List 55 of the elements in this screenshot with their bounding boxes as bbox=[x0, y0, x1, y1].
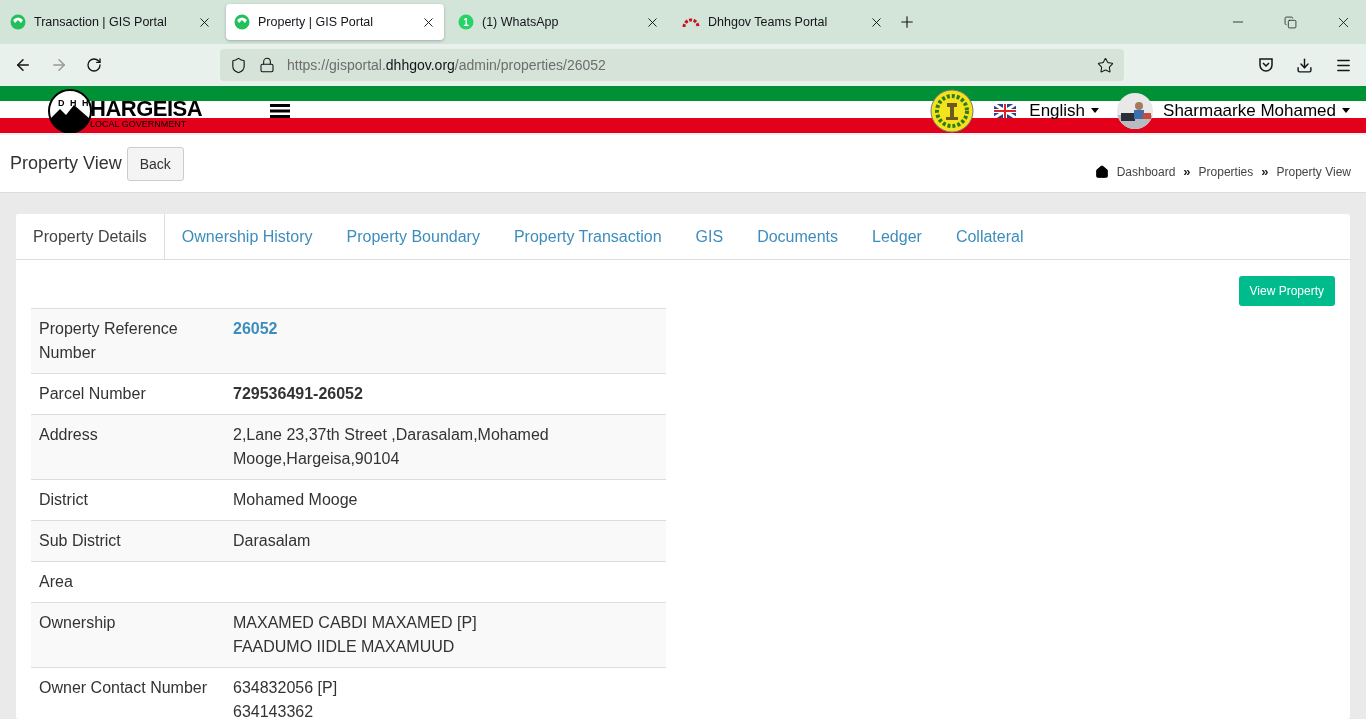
user-dropdown[interactable]: Sharmaarke Mohamed bbox=[1163, 100, 1350, 121]
breadcrumb-link[interactable]: Properties bbox=[1198, 164, 1254, 179]
breadcrumb-separator: » bbox=[1261, 164, 1269, 179]
tab-title: Dhhgov Teams Portal bbox=[708, 15, 829, 29]
star-icon[interactable] bbox=[1097, 56, 1114, 74]
field-value: 634143362 bbox=[233, 702, 315, 719]
tab-title: Transaction | GIS Portal bbox=[34, 15, 168, 29]
logo-subtitle: LOCAL GOVERNMENT bbox=[90, 120, 188, 129]
reload-icon[interactable] bbox=[86, 57, 102, 73]
emblem-icon bbox=[930, 88, 975, 133]
breadcrumb-link[interactable]: Dashboard bbox=[1116, 164, 1176, 179]
field-label: Sub District bbox=[39, 531, 122, 551]
page-title: Property View bbox=[10, 153, 122, 174]
field-value: 2,Lane 23,37th Street ,Darasalam,Mohamed Mooge,Hargeisa,90104 bbox=[233, 425, 550, 469]
restore-icon[interactable] bbox=[1284, 13, 1297, 31]
address-bar[interactable]: https://gisportal.dhhgov.org/admin/properties/26052 bbox=[220, 49, 1124, 81]
field-label: Area bbox=[39, 572, 74, 592]
field-label: Address bbox=[39, 425, 99, 445]
field-value: Mohamed Mooge bbox=[233, 490, 359, 510]
new-tab-icon[interactable] bbox=[898, 13, 916, 31]
tab-title: (1) WhatsApp bbox=[482, 15, 560, 29]
field-label: Parcel Number bbox=[39, 384, 147, 404]
breadcrumb-separator: » bbox=[1183, 164, 1191, 179]
arc-icon bbox=[682, 16, 700, 28]
field-label: Property Reference Number bbox=[39, 319, 179, 363]
field-value: FAADUMO IIDLE MAXAMUUD bbox=[233, 637, 456, 657]
breadcrumb-link[interactable]: Property View bbox=[1276, 164, 1351, 179]
home-icon bbox=[1094, 164, 1109, 179]
lock-icon bbox=[259, 57, 275, 73]
field-value: 634832056 [P] bbox=[233, 678, 339, 698]
logo-title: HARGEISA bbox=[90, 98, 203, 120]
browser-tab[interactable]: 1 (1) WhatsApp bbox=[450, 4, 668, 40]
browser-tab[interactable]: Property | GIS Portal bbox=[226, 4, 444, 40]
menu-toggle[interactable] bbox=[270, 103, 291, 118]
field-value: 729536491-26052 bbox=[233, 384, 364, 404]
browser-tab[interactable]: Transaction | GIS Portal bbox=[2, 4, 220, 40]
back-icon[interactable] bbox=[14, 56, 32, 74]
back-button[interactable]: Back bbox=[126, 146, 184, 181]
language-dropdown[interactable]: English bbox=[1029, 100, 1100, 121]
field-value: Darasalam bbox=[233, 531, 312, 551]
globe-icon bbox=[10, 14, 26, 30]
browser-tab[interactable]: Dhhgov Teams Portal bbox=[674, 4, 892, 40]
download-icon[interactable] bbox=[1296, 56, 1313, 74]
globe-icon bbox=[234, 14, 250, 30]
shield-icon bbox=[230, 56, 247, 74]
tab[interactable]: Property Details bbox=[16, 214, 165, 259]
flag-icon bbox=[994, 103, 1017, 118]
field-label: Ownership bbox=[39, 613, 117, 633]
url-text: https://gisportal.dhhgov.org/admin/properties/26052 bbox=[287, 57, 607, 73]
field-label: Owner Contact Number bbox=[39, 678, 209, 698]
field-label: District bbox=[39, 490, 89, 510]
pocket-icon[interactable] bbox=[1258, 56, 1274, 73]
whatsapp-icon: 1 bbox=[458, 14, 474, 30]
field-value: MAXAMED CABDI MAXAMED [P] bbox=[233, 613, 478, 633]
tab-title: Property | GIS Portal bbox=[258, 15, 375, 29]
